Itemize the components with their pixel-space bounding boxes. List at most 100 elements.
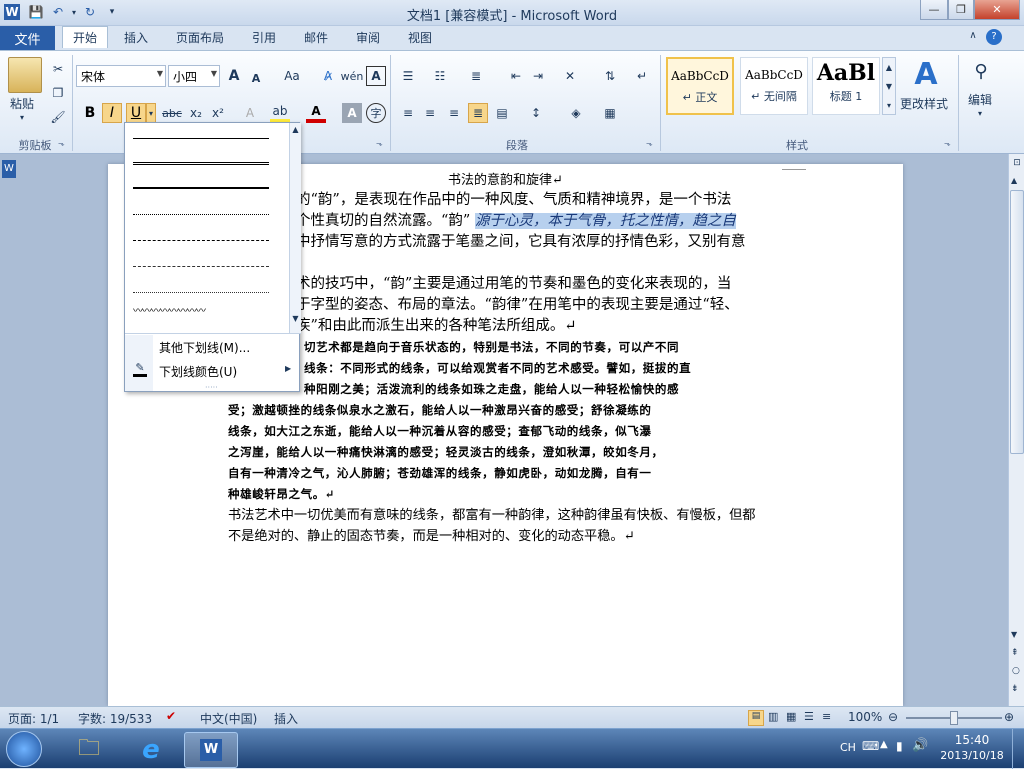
web-layout-icon[interactable]: ▦ <box>786 710 796 723</box>
multilevel-list-icon[interactable]: ≣ <box>466 66 486 86</box>
network-icon[interactable]: ▮ <box>896 739 903 753</box>
tab-home[interactable]: 开始 <box>62 26 109 48</box>
zoom-in-icon[interactable]: ⊕ <box>1004 710 1014 724</box>
tab-page-layout[interactable]: 页面布局 <box>166 26 234 48</box>
tab-insert[interactable]: 插入 <box>114 26 158 48</box>
style-heading1[interactable]: AaBl 标题 1 <box>812 57 880 115</box>
change-styles-icon[interactable]: A <box>906 57 946 97</box>
font-size-combo[interactable]: 小四 ▼ <box>168 65 220 87</box>
scroll-thumb[interactable] <box>1010 190 1024 454</box>
show-desktop-button[interactable] <box>1012 729 1024 769</box>
numbering-icon[interactable]: ☷ <box>430 66 450 86</box>
help-icon[interactable]: ? <box>986 29 1002 45</box>
superscript-button[interactable]: x² <box>208 103 228 123</box>
more-underlines-item[interactable]: 其他下划线(M)... <box>159 339 250 356</box>
chinese-layout-icon[interactable]: ✕ <box>560 66 580 86</box>
outline-icon[interactable]: ☰ <box>804 710 814 723</box>
phonetic-guide-icon[interactable]: wén <box>341 66 364 86</box>
text-effects-icon[interactable]: A <box>240 103 260 123</box>
align-right-icon[interactable]: ≡ <box>444 103 464 123</box>
prev-page-icon[interactable]: ⇞ <box>1011 648 1019 658</box>
shading-icon[interactable]: ◈ <box>566 103 586 123</box>
char-border-icon[interactable]: A <box>366 66 386 86</box>
change-case-icon[interactable]: Aa <box>278 66 306 86</box>
language-status[interactable]: 中文(中国) <box>200 710 257 727</box>
find-icon[interactable]: ⚲ <box>968 61 994 87</box>
font-launcher-icon[interactable]: ⬎ <box>376 139 383 148</box>
scroll-up-icon[interactable]: ▲ <box>1011 176 1017 185</box>
start-button[interactable] <box>6 731 42 767</box>
close-button[interactable]: ✕ <box>974 0 1020 20</box>
underline-dash-dot-dot[interactable] <box>133 281 269 293</box>
increase-indent-icon[interactable]: ⇥ <box>528 66 548 86</box>
proofing-icon[interactable]: ✔ <box>166 709 176 723</box>
bullets-icon[interactable]: ☰ <box>398 66 418 86</box>
tab-review[interactable]: 审阅 <box>346 26 390 48</box>
tab-file[interactable]: 文件 <box>0 26 55 50</box>
underline-thick[interactable] <box>133 177 269 189</box>
keyboard-icon[interactable]: ⌨ <box>862 739 879 753</box>
shrink-font-icon[interactable]: A <box>246 68 266 88</box>
underline-dropdown-icon[interactable]: ▾ <box>146 103 156 123</box>
explorer-icon[interactable]: 🗀 <box>62 732 116 768</box>
tab-mailings[interactable]: 邮件 <box>294 26 338 48</box>
zoom-level[interactable]: 100% <box>848 710 882 724</box>
ruler-toggle-icon[interactable]: ⊡ <box>1011 158 1023 170</box>
tab-view[interactable]: 视图 <box>398 26 442 48</box>
tray-expand-icon[interactable]: ▲ <box>880 739 888 750</box>
font-name-combo[interactable]: 宋体 ▼ <box>76 65 166 87</box>
clipboard-launcher-icon[interactable]: ⬎ <box>58 139 65 148</box>
subscript-button[interactable]: x₂ <box>186 103 206 123</box>
align-center-icon[interactable]: ≡ <box>420 103 440 123</box>
underline-words[interactable] <box>133 153 269 165</box>
char-shading-icon[interactable]: A <box>342 103 362 123</box>
scroll-up-icon[interactable]: ▲ <box>290 125 301 134</box>
paste-icon[interactable] <box>8 57 42 93</box>
word-task-button[interactable]: W <box>184 732 238 768</box>
enclose-char-icon[interactable]: 字 <box>366 103 386 123</box>
undo-dropdown-icon[interactable]: ▾ <box>66 4 82 20</box>
format-painter-icon[interactable]: 🖌 <box>48 107 68 127</box>
customize-qat-icon[interactable]: ▾ <box>104 4 120 20</box>
scroll-down-icon[interactable]: ▼ <box>290 314 301 323</box>
volume-icon[interactable]: 🔊 <box>912 738 928 753</box>
copy-icon[interactable]: ❐ <box>48 83 68 103</box>
paste-dropdown-icon[interactable]: ▾ <box>20 113 24 122</box>
paste-button[interactable]: 粘贴 <box>10 95 34 112</box>
grow-font-icon[interactable]: A <box>224 66 244 86</box>
underline-button[interactable]: U <box>126 103 146 123</box>
editing-button[interactable]: 编辑 <box>968 91 992 108</box>
style-no-spacing[interactable]: AaBbCcD ↵ 无间隔 <box>740 57 808 115</box>
scroll-down-icon[interactable]: ▼ <box>1011 630 1017 639</box>
align-left-icon[interactable]: ≡ <box>398 103 418 123</box>
undo-icon[interactable]: ↶ <box>50 4 66 20</box>
italic-button[interactable]: I <box>102 103 122 123</box>
editing-dropdown-icon[interactable]: ▾ <box>978 109 982 118</box>
justify-icon[interactable]: ≣ <box>468 103 488 123</box>
word-app-icon[interactable]: W <box>4 4 20 20</box>
change-styles-button[interactable]: 更改样式 <box>900 95 948 112</box>
fullscreen-reading-icon[interactable]: ▥ <box>768 710 778 723</box>
highlight-icon[interactable]: ab <box>270 103 290 123</box>
borders-icon[interactable]: ▦ <box>600 103 620 123</box>
styles-launcher-icon[interactable]: ⬎ <box>944 139 951 148</box>
font-color-icon[interactable]: A <box>306 103 326 123</box>
tab-references[interactable]: 引用 <box>242 26 286 48</box>
clock-time[interactable]: 15:40 <box>946 733 998 747</box>
zoom-out-icon[interactable]: ⊖ <box>888 710 898 724</box>
underline-wave[interactable]: 〰〰〰〰〰〰〰〰 <box>133 307 269 319</box>
line-spacing-icon[interactable]: ↕ <box>526 103 546 123</box>
underline-dash-dot[interactable] <box>133 255 269 267</box>
input-language[interactable]: CH <box>840 741 856 754</box>
dropdown-scrollbar[interactable]: ▲ ▼ <box>289 123 301 333</box>
underline-single[interactable] <box>133 127 269 139</box>
sort-icon[interactable]: ⇅ <box>600 66 620 86</box>
resize-grip-icon[interactable]: ····· <box>205 383 218 392</box>
underline-dotted[interactable] <box>133 203 269 215</box>
collapse-ribbon-icon[interactable]: ∧ <box>966 30 980 44</box>
minimize-button[interactable]: — <box>920 0 948 20</box>
show-marks-icon[interactable]: ↵ <box>632 66 652 86</box>
style-normal[interactable]: AaBbCcD ↵ 正文 <box>666 57 734 115</box>
clock-date[interactable]: 2013/10/18 <box>934 749 1010 762</box>
strikethrough-button[interactable]: abc <box>160 103 184 123</box>
